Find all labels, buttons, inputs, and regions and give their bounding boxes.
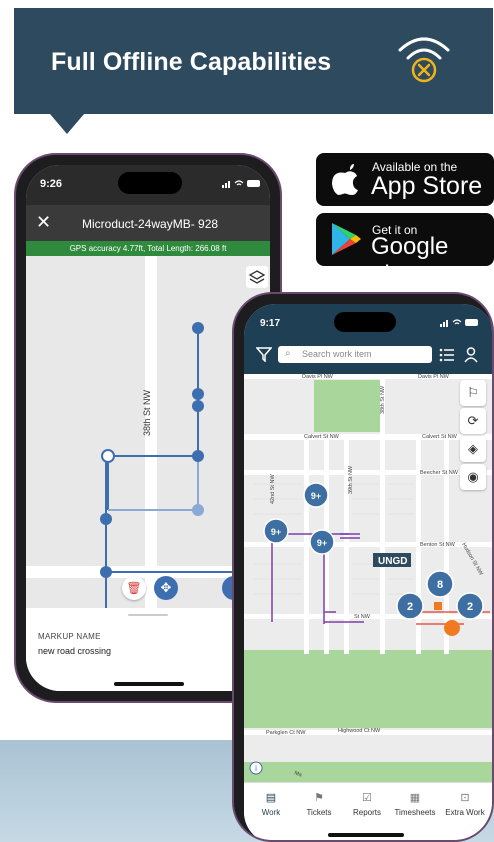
search-placeholder: Search work item bbox=[302, 349, 372, 359]
gps-accuracy-bar: GPS accuracy 4.77ft, Total Length: 266.0… bbox=[26, 241, 270, 256]
app-store-badge[interactable]: Available on the App Store bbox=[316, 153, 494, 206]
nav-work-label: Work bbox=[261, 808, 281, 817]
work-map[interactable]: Davis Pl NW Davis Pl NW Calvert St NW Ca… bbox=[244, 374, 492, 782]
cluster-2: 9+ bbox=[317, 538, 327, 548]
wifi-off-icon bbox=[398, 37, 450, 83]
status-icons bbox=[222, 180, 260, 188]
cluster-5: 2 bbox=[467, 601, 473, 613]
layers-icon[interactable]: ◈ bbox=[460, 436, 486, 462]
nav-extra-work-label: Extra Work bbox=[445, 808, 485, 817]
park bbox=[244, 650, 492, 728]
map-label-10: 39th St NW bbox=[348, 465, 354, 494]
map-label-3: Calvert St NW bbox=[422, 434, 458, 440]
google-play-badge[interactable]: Get it on Google play bbox=[316, 213, 494, 288]
nav-timesheets[interactable]: ▦ Timesheets bbox=[390, 791, 440, 817]
calendar-icon: ▦ bbox=[409, 792, 421, 804]
flag-icon: ⚑ bbox=[314, 792, 324, 804]
nav-tickets-label: Tickets bbox=[306, 808, 332, 817]
info-icon: i bbox=[255, 764, 257, 773]
phone-work-map: 9:17 ⌕ Search work item Davis Pl NW Davi… bbox=[232, 292, 494, 842]
map-label-11: 38th St NW bbox=[380, 385, 386, 414]
map-label-4: Beecher St NW bbox=[420, 470, 459, 476]
nav-work[interactable]: ▤ Work bbox=[246, 791, 296, 817]
cluster-4: 2 bbox=[407, 601, 413, 613]
markup-title: Microduct-24wayMB- 928 bbox=[82, 217, 219, 231]
banner-title: Full Offline Capabilities bbox=[51, 48, 332, 76]
filter-icon[interactable] bbox=[256, 347, 272, 362]
map-label-9: 42nd St NW bbox=[270, 474, 276, 504]
ungd-label: UNGD bbox=[378, 556, 407, 567]
map-label-7: Parkglen Ct NW bbox=[266, 730, 306, 736]
map-label-8: Highwood Ct NW bbox=[338, 728, 381, 734]
search-icon: ⌕ bbox=[285, 348, 291, 359]
list-icon[interactable] bbox=[439, 348, 455, 362]
nav-timesheets-label: Timesheets bbox=[394, 808, 436, 817]
bottom-nav: ▤ Work ⚑ Tickets ☑ Reports ▦ Timesheets … bbox=[244, 782, 492, 840]
apple-icon bbox=[332, 164, 358, 195]
markup-name-value[interactable]: new road crossing bbox=[38, 646, 111, 656]
clipboard-icon: ▤ bbox=[265, 792, 277, 804]
banner: Full Offline Capabilities bbox=[14, 8, 493, 114]
status-time: 9:17 bbox=[260, 318, 281, 329]
flag-marker-icon[interactable]: ⚐ bbox=[460, 380, 486, 406]
app-store-big-text: App Store bbox=[371, 172, 483, 200]
cluster-1: 9+ bbox=[271, 527, 281, 537]
locate-icon[interactable]: ◉ bbox=[460, 464, 486, 490]
street-label-38th: 38th St NW bbox=[142, 389, 152, 436]
google-play-big-text: Google play bbox=[371, 233, 449, 288]
move-icon[interactable]: ✥ bbox=[154, 576, 178, 600]
cluster-0: 9+ bbox=[311, 491, 321, 501]
park bbox=[314, 380, 384, 432]
user-icon[interactable] bbox=[464, 347, 478, 363]
phone-work-map-screen: 9:17 ⌕ Search work item Davis Pl NW Davi… bbox=[244, 304, 492, 840]
extra-work-icon: ⊡ bbox=[460, 792, 470, 804]
nav-reports[interactable]: ☑ Reports bbox=[342, 791, 392, 817]
status-bar: 9:26 bbox=[26, 165, 270, 205]
nav-tickets[interactable]: ⚑ Tickets bbox=[294, 791, 344, 817]
home-indicator bbox=[328, 833, 404, 837]
map-label-0: Davis Pl NW bbox=[302, 374, 334, 380]
banner-pointer bbox=[50, 114, 84, 134]
sheet-handle[interactable] bbox=[128, 614, 168, 616]
play-icon bbox=[332, 223, 361, 255]
map-label-5: Benton St NW bbox=[420, 542, 456, 548]
delete-icon[interactable]: 🗑 bbox=[122, 576, 146, 600]
status-icons bbox=[440, 319, 478, 327]
search-input[interactable]: ⌕ Search work item bbox=[278, 346, 432, 363]
map-label-1: Davis Pl NW bbox=[418, 374, 450, 380]
work-header: 9:17 ⌕ Search work item bbox=[244, 304, 492, 374]
markup-name-label: MARKUP NAME bbox=[38, 632, 101, 641]
dynamic-island bbox=[334, 312, 396, 332]
report-icon: ☑ bbox=[362, 792, 372, 804]
refresh-icon[interactable]: ⟳ bbox=[460, 408, 486, 434]
cluster-3: 8 bbox=[437, 579, 443, 591]
work-map-canvas: Davis Pl NW Davis Pl NW Calvert St NW Ca… bbox=[244, 374, 492, 782]
close-icon[interactable]: ✕ bbox=[36, 212, 51, 233]
markup-header: ✕ Microduct-24wayMB- 928 bbox=[26, 205, 270, 241]
map-label-6: St NW bbox=[354, 614, 371, 620]
nav-extra-work[interactable]: ⊡ Extra Work bbox=[440, 791, 490, 817]
nav-reports-label: Reports bbox=[352, 808, 381, 817]
status-time: 9:26 bbox=[40, 178, 63, 190]
map-label-2: Calvert St NW bbox=[304, 434, 340, 440]
home-indicator bbox=[114, 682, 184, 686]
dynamic-island bbox=[118, 172, 182, 194]
